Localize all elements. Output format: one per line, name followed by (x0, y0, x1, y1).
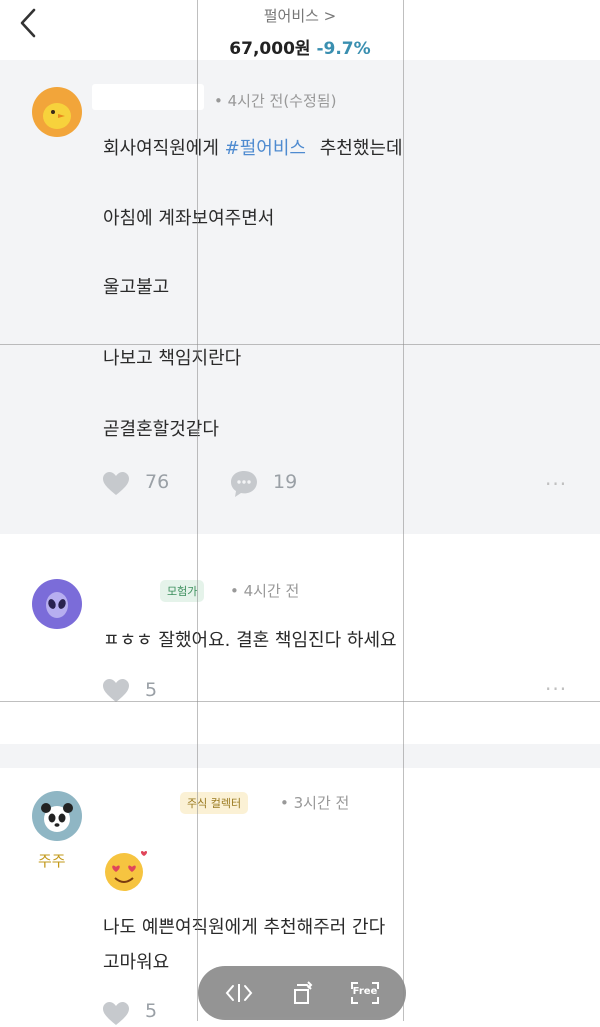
like-count: 5 (145, 679, 158, 701)
post-line-4: 나보고 책임지란다 (103, 348, 242, 369)
comment-text-line-1: 나도 예쁜여직원에게 추천해주러 간다 (103, 917, 386, 938)
like-count: 5 (145, 1000, 158, 1022)
like-count: 76 (145, 471, 170, 493)
heart-icon[interactable] (102, 471, 130, 497)
stock-name-link[interactable]: 펄어비스 > (0, 5, 600, 26)
section-divider (0, 744, 600, 768)
panda-avatar-icon[interactable] (32, 791, 82, 841)
free-label: Free (352, 986, 378, 997)
post-line-1-prefix: 회사여직원에게 (103, 138, 219, 159)
heart-eyes-emoji-icon (105, 850, 148, 891)
hashtag-link[interactable]: #펄어비스 (225, 138, 306, 159)
comment-count: 19 (273, 471, 298, 493)
price-value: 67,000원 (229, 39, 311, 59)
floating-toolbar: Free (198, 966, 406, 1020)
price-change: -9.7% (316, 39, 371, 59)
main-post: • 4시간 전(수정됨) 회사여직원에게 #펄어비스 추천했는데 아침에 계좌보… (0, 60, 600, 534)
collector-badge: 주식 컬렉터 (180, 792, 249, 814)
split-view-icon[interactable] (220, 974, 258, 1012)
grid-line-horizontal (0, 344, 600, 345)
grid-line-horizontal (0, 701, 600, 702)
alien-avatar-icon[interactable] (32, 579, 82, 629)
post-line-1: 회사여직원에게 #펄어비스 추천했는데 (103, 134, 403, 160)
comment-item: 모험가 • 4시간 전 ㅍㅎㅎ 잘했어요. 결혼 책임진다 하세요 5 ··· (0, 534, 600, 744)
comment-meta: • 3시간 전 (280, 794, 350, 812)
avatar-label: 주주 (38, 852, 66, 870)
comment-text-line-2: 고마워요 (103, 952, 170, 973)
post-line-3: 울고불고 (103, 277, 170, 298)
post-line-2: 아침에 계좌보여주면서 (103, 208, 275, 229)
post-meta: • 4시간 전(수정됨) (214, 92, 337, 110)
grid-line-vertical (403, 0, 404, 1021)
stock-price: 67,000원 -9.7% (0, 34, 600, 59)
free-crop-button[interactable]: Free (346, 974, 384, 1012)
comment-bubble-icon[interactable] (229, 469, 259, 499)
grid-line-vertical (197, 0, 198, 1021)
rotate-icon[interactable] (283, 974, 321, 1012)
heart-icon[interactable] (102, 1001, 130, 1027)
comment-meta: • 4시간 전 (230, 582, 300, 600)
post-more-icon[interactable]: ··· (545, 472, 567, 496)
comment-more-icon[interactable]: ··· (545, 677, 567, 701)
post-line-1-suffix: 추천했는데 (319, 138, 403, 159)
post-line-5: 곧결혼할것같다 (103, 419, 219, 440)
stock-header: 펄어비스 > 67,000원 -9.7% (0, 0, 600, 60)
author-name-redacted[interactable] (92, 84, 204, 110)
chick-avatar-icon[interactable] (32, 87, 82, 137)
comment-text: ㅍㅎㅎ 잘했어요. 결혼 책임진다 하세요 (103, 630, 397, 651)
